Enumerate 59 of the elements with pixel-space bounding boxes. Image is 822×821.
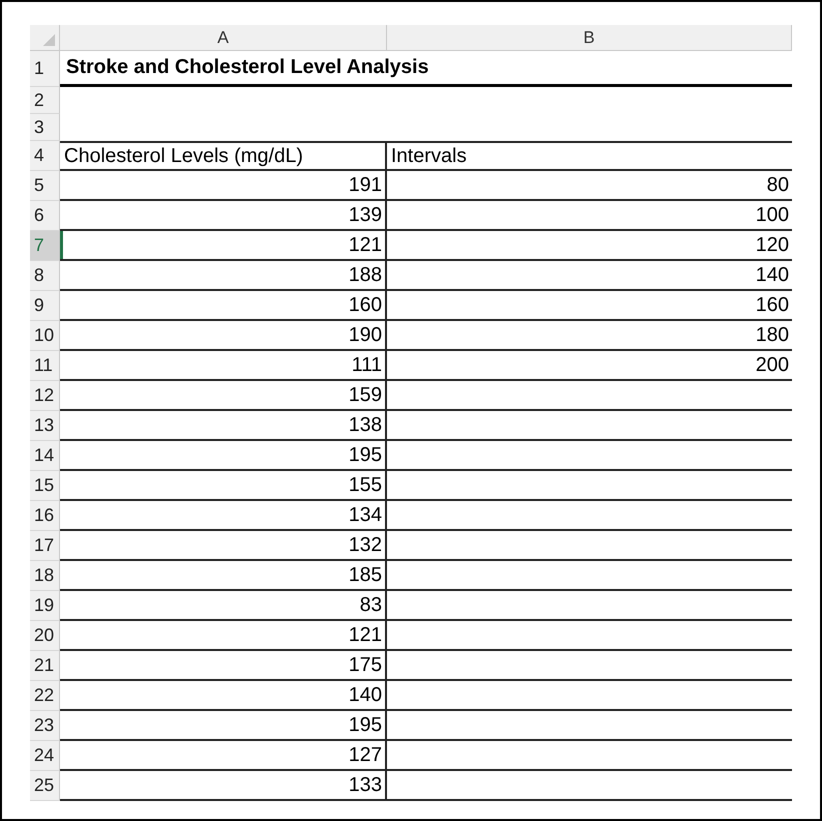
row-header[interactable]: 20: [30, 621, 60, 651]
row-header[interactable]: 3: [30, 114, 60, 141]
row-header[interactable]: 23: [30, 711, 60, 741]
row-header[interactable]: 15: [30, 471, 60, 501]
table-cell: 185: [60, 561, 387, 591]
select-all-icon[interactable]: [43, 34, 55, 46]
row-header[interactable]: 13: [30, 411, 60, 441]
column-header[interactable]: B: [387, 25, 792, 50]
row-header[interactable]: 14: [30, 441, 60, 471]
table-cell: 127: [60, 741, 387, 771]
table-cell: 159: [60, 381, 387, 411]
table-cell: 188: [60, 261, 387, 291]
table-cell: 140: [387, 261, 792, 291]
row-header[interactable]: 8: [30, 261, 60, 291]
table-cell: 195: [60, 441, 387, 471]
table-cell: 140: [60, 681, 387, 711]
row-header[interactable]: 6: [30, 201, 60, 231]
sheet-title: Stroke and Cholesterol Level Analysis: [60, 51, 792, 87]
table-cell: 160: [387, 291, 792, 321]
table-cell: 191: [60, 171, 387, 201]
table-cell: 134: [60, 501, 387, 531]
row-header[interactable]: 24: [30, 741, 60, 771]
table-cell: 111: [60, 351, 387, 381]
table-cell: 175: [60, 651, 387, 681]
row-header[interactable]: 25: [30, 771, 60, 801]
row-header[interactable]: 19: [30, 591, 60, 621]
table-cell: 83: [60, 591, 387, 621]
table-cell: 100: [387, 201, 792, 231]
table-cell: Intervals: [387, 141, 792, 171]
row-header[interactable]: 17: [30, 531, 60, 561]
table-cell: 80: [387, 171, 792, 201]
row-header[interactable]: 10: [30, 321, 60, 351]
row-header[interactable]: 18: [30, 561, 60, 591]
row-header[interactable]: 2: [30, 87, 60, 114]
row-header[interactable]: 4: [30, 141, 60, 171]
row-header[interactable]: 12: [30, 381, 60, 411]
table-cell: 139: [60, 201, 387, 231]
table-cell: Cholesterol Levels (mg/dL): [60, 141, 387, 171]
row-header[interactable]: 5: [30, 171, 60, 201]
row-header[interactable]: 11: [30, 351, 60, 381]
row-header[interactable]: 16: [30, 501, 60, 531]
table-cell: 190: [60, 321, 387, 351]
row-header[interactable]: 22: [30, 681, 60, 711]
column-header[interactable]: A: [60, 25, 387, 50]
table-cell: 180: [387, 321, 792, 351]
row-header[interactable]: 7: [30, 231, 60, 261]
table-cell: 200: [387, 351, 792, 381]
table-cell: 160: [60, 291, 387, 321]
row-header[interactable]: 21: [30, 651, 60, 681]
table-cell: 132: [60, 531, 387, 561]
row-header[interactable]: 9: [30, 291, 60, 321]
table-cell: 195: [60, 711, 387, 741]
table-cell: 138: [60, 411, 387, 441]
table-cell: 120: [387, 231, 792, 261]
table-cell: 121: [60, 621, 387, 651]
table-cell: 155: [60, 471, 387, 501]
table-cell: 133: [60, 771, 387, 801]
table-cell: 121: [60, 231, 387, 261]
row-header[interactable]: 1: [30, 51, 60, 87]
